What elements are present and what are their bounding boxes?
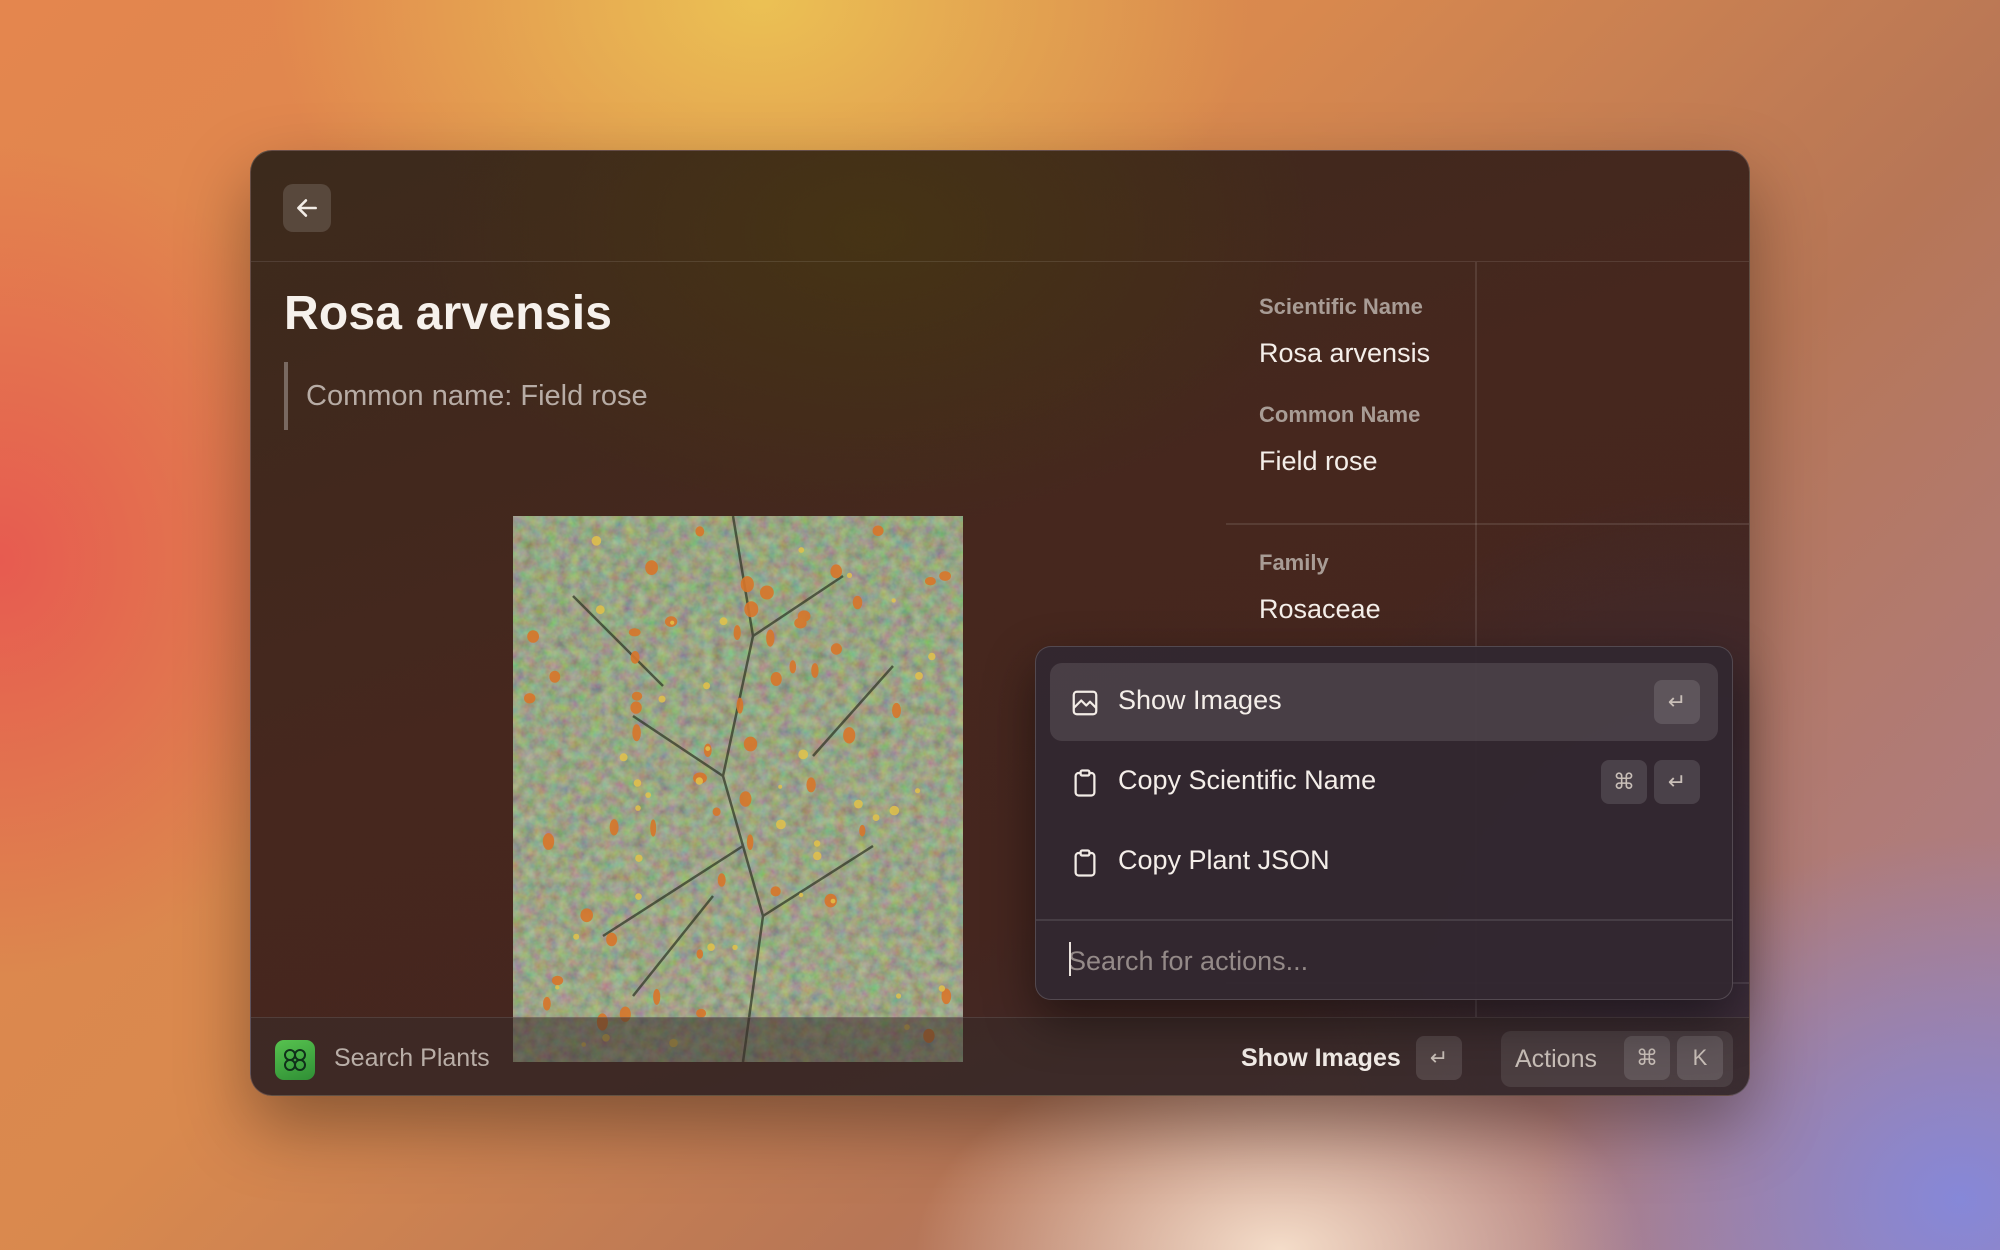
page-title: Rosa arvensis bbox=[284, 287, 613, 340]
command-key-hint: ⌘ bbox=[1601, 760, 1647, 804]
action-label: Copy Scientific Name bbox=[1118, 765, 1377, 795]
meta-label-common-name: Common Name bbox=[1259, 402, 1421, 427]
plant-photo bbox=[513, 516, 963, 1062]
action-show-images[interactable]: Show Images ↵ bbox=[1050, 663, 1718, 741]
primary-action-button[interactable]: Show Images bbox=[1241, 1044, 1401, 1073]
actions-label: Actions bbox=[1515, 1045, 1597, 1073]
action-label: Copy Plant JSON bbox=[1118, 845, 1330, 875]
enter-key-hint: ↵ bbox=[1416, 1036, 1462, 1080]
panel-separator bbox=[1036, 919, 1732, 921]
meta-value-scientific-name: Rosa arvensis bbox=[1259, 338, 1431, 368]
arrow-left-icon bbox=[297, 199, 317, 217]
action-panel: Show Images ↵ Copy Scientific Name ⌘ ↵ C… bbox=[1035, 646, 1733, 1000]
back-button[interactable] bbox=[283, 184, 331, 232]
quote-text: Common name: Field rose bbox=[306, 379, 648, 412]
k-key-hint: K bbox=[1677, 1036, 1723, 1080]
meta-label-scientific-name: Scientific Name bbox=[1259, 294, 1423, 319]
clover-icon bbox=[275, 1040, 315, 1080]
actions-button[interactable]: Actions ⌘ K bbox=[1501, 1031, 1733, 1087]
image-icon bbox=[1072, 690, 1098, 716]
common-name-quote: Common name: Field rose bbox=[284, 362, 648, 430]
meta-value-family: Rosaceae bbox=[1259, 594, 1381, 624]
meta-value-common-name: Field rose bbox=[1259, 446, 1378, 476]
action-label: Show Images bbox=[1118, 685, 1282, 715]
text-caret bbox=[1069, 942, 1071, 976]
meta-label-family: Family bbox=[1259, 550, 1329, 575]
clipboard-icon bbox=[1074, 769, 1096, 797]
bottom-bar: Search Plants Show Images ↵ Actions ⌘ K bbox=[251, 1017, 1749, 1095]
top-bar bbox=[251, 151, 1749, 262]
app-name: Search Plants bbox=[334, 1044, 490, 1072]
action-search-input[interactable] bbox=[1068, 941, 1708, 981]
command-key-hint: ⌘ bbox=[1624, 1036, 1670, 1080]
action-copy-scientific-name[interactable]: Copy Scientific Name ⌘ ↵ bbox=[1050, 743, 1718, 821]
clipboard-icon bbox=[1074, 849, 1096, 877]
enter-key-hint: ↵ bbox=[1654, 760, 1700, 804]
action-copy-plant-json[interactable]: Copy Plant JSON bbox=[1050, 823, 1718, 901]
enter-key-hint: ↵ bbox=[1654, 680, 1700, 724]
meta-separator bbox=[1226, 523, 1749, 525]
